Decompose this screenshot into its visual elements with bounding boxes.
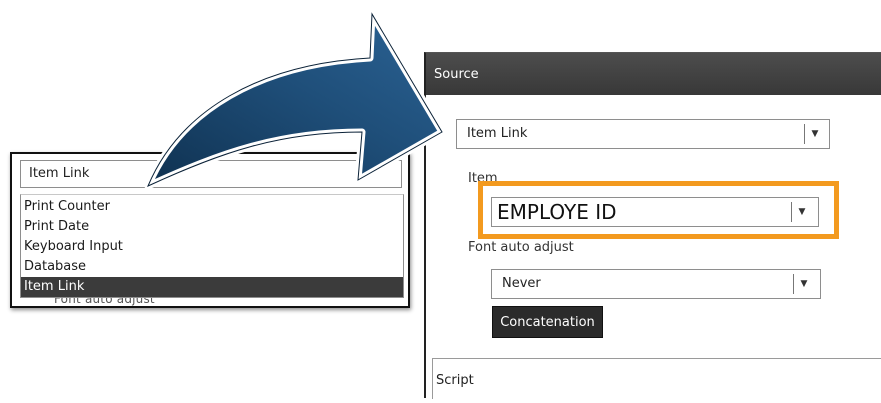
option-print-counter[interactable]: Print Counter [21, 197, 403, 217]
font-auto-adjust-select[interactable]: Never ▼ [491, 269, 821, 299]
source-options-list: Print Counter Print Date Keyboard Input … [20, 194, 404, 298]
source-type-select[interactable]: Item Link ▼ [456, 119, 830, 149]
concatenation-button[interactable]: Concatenation [492, 306, 603, 338]
option-database[interactable]: Database [21, 257, 403, 277]
font-auto-adjust-value: Never [502, 276, 541, 291]
item-select-value: EMPLOYE ID [497, 200, 617, 224]
curved-arrow-icon [144, 10, 446, 190]
chevron-down-icon[interactable]: ▼ [804, 124, 825, 144]
chevron-down-icon[interactable]: ▼ [791, 202, 812, 222]
source-select-value: Item Link [29, 166, 90, 181]
source-section-header[interactable]: Source [426, 53, 881, 95]
option-item-link[interactable]: Item Link [21, 277, 403, 297]
font-auto-adjust-label: Font auto adjust [468, 240, 574, 255]
script-section-header[interactable]: Script [432, 358, 881, 399]
option-print-date[interactable]: Print Date [21, 217, 403, 237]
item-select[interactable]: EMPLOYE ID ▼ [491, 197, 819, 227]
source-properties-panel: Source Item Link ▼ Item EMPLOYE ID ▼ Fon… [424, 52, 881, 399]
chevron-down-icon[interactable]: ▼ [793, 274, 814, 294]
option-keyboard-input[interactable]: Keyboard Input [21, 237, 403, 257]
source-type-value: Item Link [467, 126, 528, 141]
